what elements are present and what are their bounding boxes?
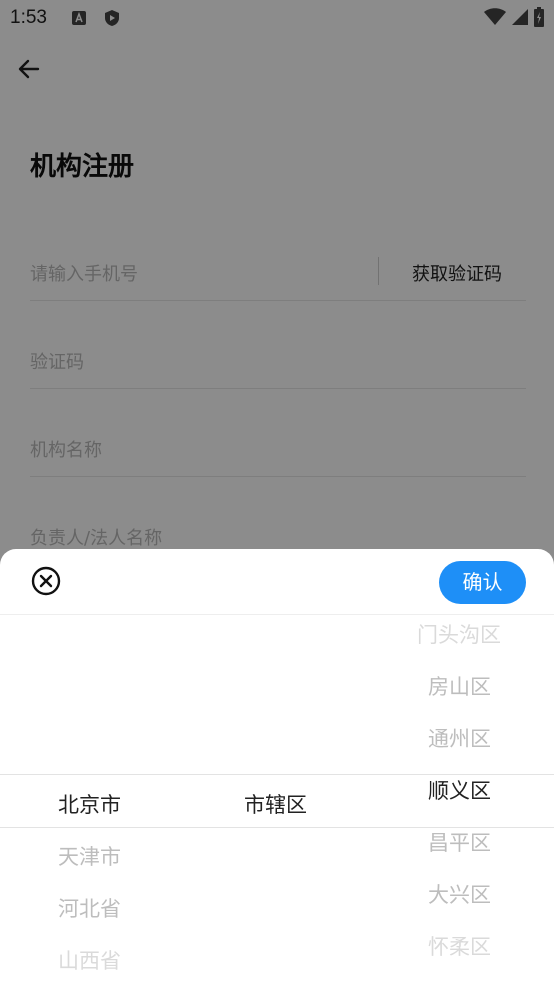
confirm-button[interactable]: 确认 <box>439 561 526 604</box>
district-option[interactable]: 通州区 <box>428 723 491 753</box>
city-selected[interactable]: 市辖区 <box>244 789 307 819</box>
district-selected[interactable]: 顺义区 <box>428 775 491 805</box>
district-option[interactable]: 门头沟区 <box>417 619 501 649</box>
district-option[interactable]: 房山区 <box>428 671 491 701</box>
district-option[interactable]: 大兴区 <box>428 879 491 909</box>
province-option[interactable]: 山西省 <box>58 945 121 975</box>
region-picker-sheet: 确认 北京市 天津市 河北省 山西省 市辖区 门头沟区 房山区 通州区 顺义区 … <box>0 549 554 985</box>
province-option[interactable]: 河北省 <box>58 893 121 923</box>
picker-header: 确认 <box>0 549 554 615</box>
close-icon[interactable] <box>31 566 61 596</box>
district-option[interactable]: 怀柔区 <box>428 931 491 961</box>
province-selected[interactable]: 北京市 <box>58 789 121 819</box>
province-option[interactable]: 天津市 <box>58 841 121 871</box>
district-option[interactable]: 昌平区 <box>428 827 491 857</box>
